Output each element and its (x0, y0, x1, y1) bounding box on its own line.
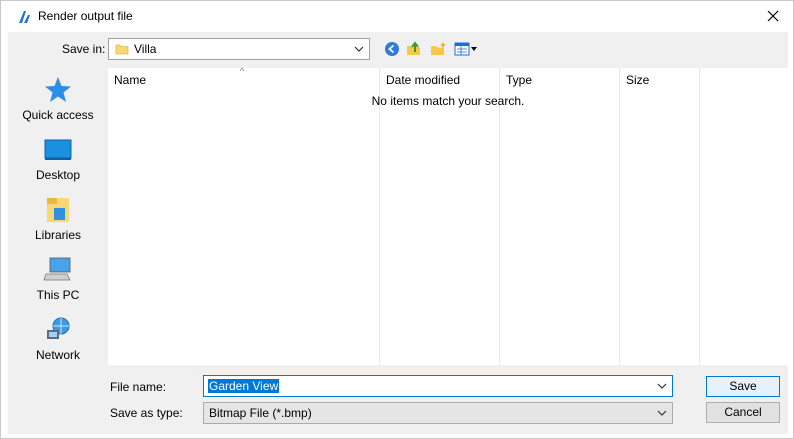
place-label: This PC (36, 288, 80, 302)
place-desktop[interactable]: Desktop (8, 128, 108, 184)
file-name-value: Garden View (208, 379, 280, 393)
view-menu-button[interactable] (453, 40, 479, 58)
window-title: Render output file (38, 9, 133, 23)
column-divider (699, 68, 700, 365)
column-header-size[interactable]: Size (620, 68, 649, 92)
up-folder-button[interactable] (404, 40, 424, 58)
file-name-input[interactable]: Garden View (203, 375, 673, 397)
title-bar[interactable]: Render output file (1, 1, 793, 32)
file-list[interactable]: ^ Name Date modified Type Size No items … (108, 66, 788, 365)
computer-icon (43, 256, 73, 284)
network-icon (43, 316, 73, 344)
desktop-icon (43, 136, 73, 164)
place-label: Network (35, 348, 80, 362)
file-name-label: File name: (110, 380, 167, 394)
column-divider (619, 68, 620, 365)
column-header-type[interactable]: Type (500, 68, 532, 92)
column-header-name[interactable]: Name (108, 68, 146, 92)
cancel-button[interactable]: Cancel (706, 402, 780, 423)
sort-ascending-icon: ^ (240, 66, 245, 76)
place-label: Libraries (34, 228, 82, 242)
column-divider (379, 68, 380, 365)
close-icon (767, 10, 779, 22)
save-as-type-dropdown[interactable]: Bitmap File (*.bmp) (203, 402, 673, 424)
place-this-pc[interactable]: This PC (8, 248, 108, 304)
save-in-label: Save in: (62, 42, 106, 56)
place-network[interactable]: Network (8, 308, 108, 364)
back-arrow-icon (385, 42, 399, 56)
folder-icon (115, 42, 129, 56)
save-as-type-value: Bitmap File (*.bmp) (209, 406, 312, 420)
view-grid-icon (454, 42, 477, 56)
save-button[interactable]: Save (706, 376, 780, 397)
chevron-down-icon (656, 407, 668, 419)
chevron-down-icon[interactable] (656, 380, 668, 392)
save-in-value: Villa (134, 42, 157, 56)
place-quick-access[interactable]: Quick access (8, 68, 108, 124)
new-folder-button[interactable] (428, 40, 448, 58)
place-label: Desktop (35, 168, 81, 182)
save-in-dropdown[interactable]: Villa (108, 38, 370, 60)
new-folder-icon (431, 42, 446, 55)
libraries-icon (43, 196, 73, 224)
dialog-body: Save in: Villa Quick access Desktop Libr… (8, 32, 788, 434)
chevron-down-icon (353, 43, 365, 55)
up-folder-icon (407, 41, 420, 55)
close-button[interactable] (761, 5, 785, 27)
empty-list-message: No items match your search. (371, 94, 525, 108)
column-header-date-modified[interactable]: Date modified (380, 68, 460, 92)
render-output-dialog: Render output file Save in: Villa Quick … (0, 0, 794, 439)
place-libraries[interactable]: Libraries (8, 188, 108, 244)
places-bar: Quick access Desktop Libraries This PC N… (8, 68, 108, 368)
column-divider (499, 68, 500, 365)
save-as-type-label: Save as type: (110, 406, 183, 420)
back-button[interactable] (382, 40, 402, 58)
place-label: Quick access (22, 108, 94, 122)
app-logo-icon (17, 9, 33, 25)
star-icon (43, 76, 73, 104)
